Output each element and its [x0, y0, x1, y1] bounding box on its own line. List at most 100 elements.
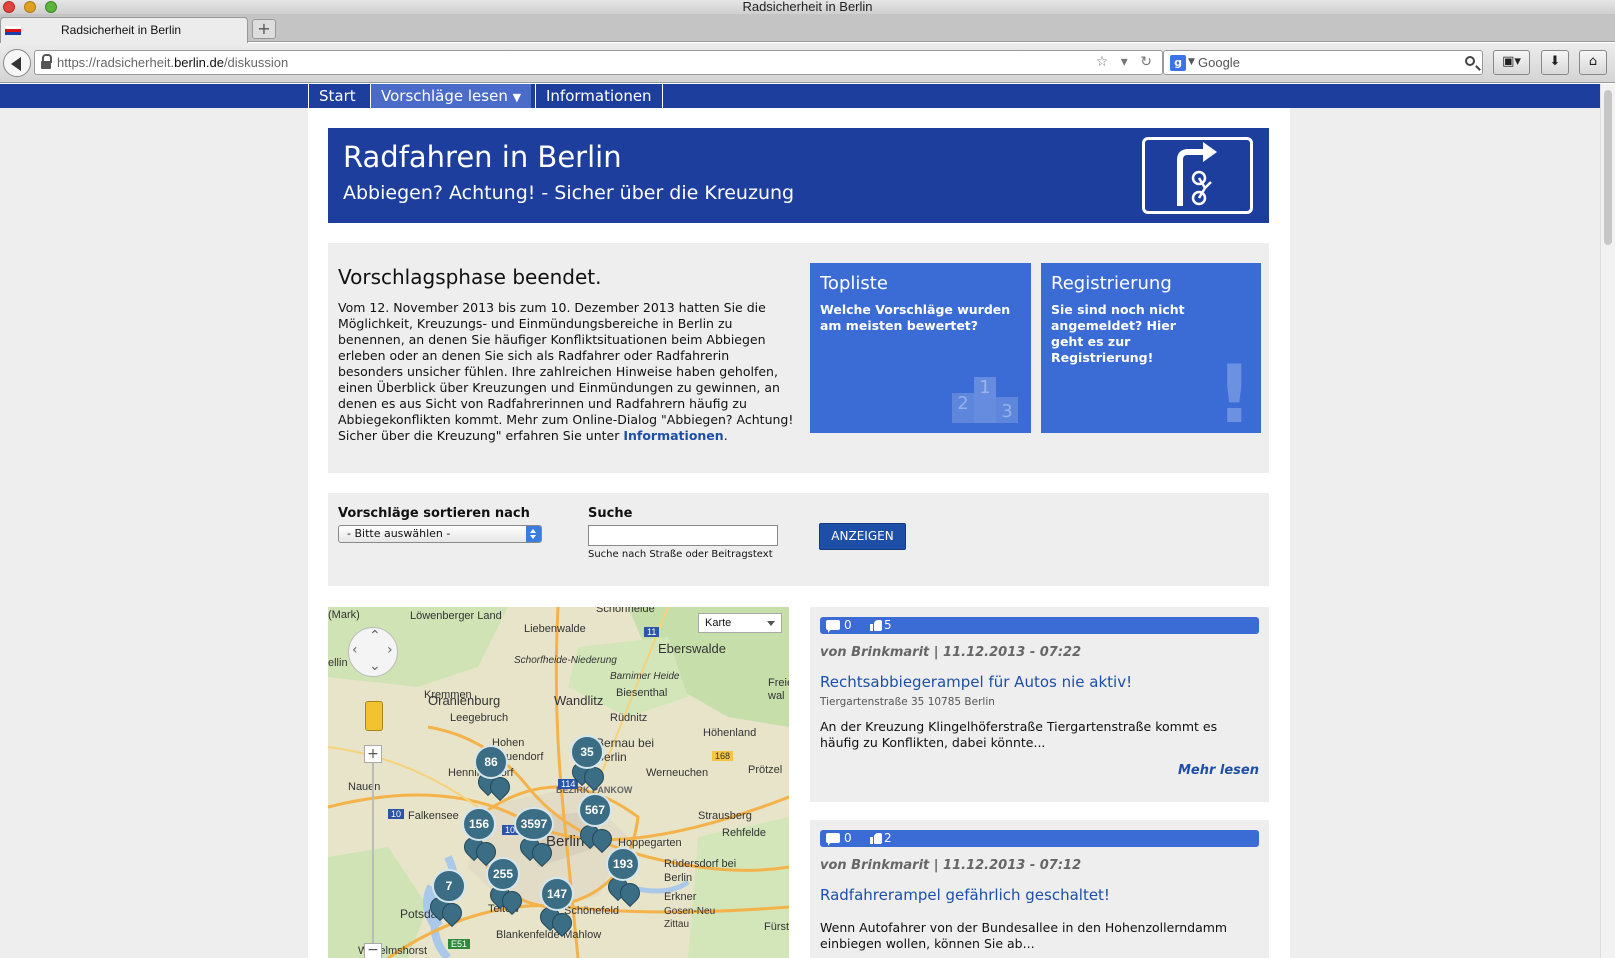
thumbs-up-icon[interactable]: [870, 833, 882, 844]
page-background-right: [1290, 108, 1600, 958]
marker-cluster[interactable]: 86: [474, 745, 508, 779]
map-label: ellin: [328, 657, 348, 669]
topliste-tile[interactable]: Topliste Welche Vorschläge wurden am mei…: [810, 263, 1031, 433]
map-label: Rüdnitz: [610, 712, 648, 724]
comment-count: 0: [844, 831, 852, 845]
zoom-slider[interactable]: [372, 763, 374, 943]
podium-icon: 2 1 3: [952, 373, 1018, 423]
anzeigen-button[interactable]: ANZEIGEN: [819, 523, 906, 550]
map-label: Gosen-Neu Zittau: [664, 906, 716, 930]
home-button[interactable]: ⌂: [1579, 50, 1607, 75]
scrollbar-thumb[interactable]: [1604, 90, 1612, 245]
new-tab-button[interactable]: +: [252, 19, 276, 39]
bookmark-star-icon[interactable]: ☆ ▾ ↻: [1096, 54, 1156, 70]
tab-title: Radsicherheit in Berlin: [61, 23, 182, 37]
map-type-select[interactable]: Karte: [698, 613, 782, 633]
pan-right-icon: ›: [387, 642, 393, 658]
sort-select[interactable]: - Bitte auswählen -: [338, 525, 542, 543]
map-label: Eberswalde: [658, 641, 726, 656]
marker-cluster[interactable]: 3597: [514, 807, 554, 841]
search-hint: Suche nach Straße oder Beitragstext: [588, 549, 773, 560]
map-label: Oranienburg: [428, 693, 501, 708]
comment-icon: [826, 833, 840, 846]
marker-cluster[interactable]: 147: [540, 877, 574, 911]
page-background-left: [0, 108, 308, 958]
back-button[interactable]: [3, 49, 31, 77]
comment-icon: [826, 620, 840, 633]
browser-tab[interactable]: Radsicherheit in Berlin: [0, 17, 248, 43]
marker-cluster[interactable]: 35: [570, 735, 604, 769]
banner-title: Radfahren in Berlin: [343, 140, 622, 174]
google-icon[interactable]: g: [1170, 55, 1186, 71]
search-engine-placeholder: Google: [1198, 55, 1240, 70]
chevron-down-icon[interactable]: ▼: [1188, 57, 1195, 67]
exclamation-icon: !: [1216, 348, 1253, 433]
map-label: Erkner: [664, 891, 697, 903]
map-label: Wandlitz: [554, 693, 604, 708]
pan-control[interactable]: ⌃ ⌄ ‹ ›: [348, 627, 398, 677]
post-stats-bar: 0 2: [820, 830, 1259, 847]
map-label: Barnimer Heide: [610, 671, 680, 682]
post-address: Tiergartenstraße 35 10785 Berlin: [820, 696, 995, 708]
browser-toolbar: https://radsicherheit.berlin.de/diskussi…: [0, 43, 1615, 83]
nav-start[interactable]: Start: [308, 84, 366, 108]
proposal-card: 0 2 von Brinkmarit | 11.12.2013 - 07:12 …: [810, 820, 1269, 958]
pan-down-icon: ⌄: [369, 658, 381, 674]
banner-subtitle: Abbiegen? Achtung! - Sicher über die Kre…: [343, 182, 795, 204]
post-meta: von Brinkmarit | 11.12.2013 - 07:12: [820, 858, 1082, 873]
web-search-box[interactable]: g ▼ Google: [1163, 50, 1483, 75]
marker-cluster[interactable]: 7: [432, 869, 466, 903]
search-input[interactable]: [588, 525, 778, 546]
dropdown-arrow-icon: ▼: [512, 91, 522, 104]
site-banner: Radfahren in Berlin Abbiegen? Achtung! -…: [328, 128, 1269, 223]
screenshot-button[interactable]: ▣▾: [1493, 50, 1530, 75]
mehr-lesen-link[interactable]: Mehr lesen: [1178, 763, 1259, 778]
like-count: 5: [884, 618, 892, 632]
search-icon[interactable]: [1465, 56, 1475, 66]
post-title-link[interactable]: Rechtsabbiegerampel für Autos nie aktiv!: [820, 673, 1132, 691]
map-label: Rehfelde: [722, 827, 767, 839]
post-excerpt: Wenn Autofahrer von der Bundesallee in d…: [820, 920, 1228, 951]
thumbs-up-icon[interactable]: [870, 620, 882, 631]
zoom-in-button[interactable]: +: [364, 745, 382, 763]
registrierung-text: Sie sind noch nicht angemeldet? Hier geh…: [1051, 302, 1185, 365]
post-title-link[interactable]: Radfahrerampel gefährlich geschaltet!: [820, 886, 1110, 904]
post-excerpt: An der Kreuzung Klingelhöferstraße Tierg…: [820, 719, 1218, 750]
map-label: Schorfheide: [596, 607, 655, 615]
turn-cyclist-sign-icon: [1142, 137, 1253, 214]
page-scrollbar[interactable]: [1600, 84, 1615, 958]
marker-cluster[interactable]: 567: [578, 793, 612, 827]
intro-heading: Vorschlagsphase beendet.: [338, 265, 602, 289]
sort-label: Vorschläge sortieren nach: [338, 506, 530, 521]
road-number: 11: [644, 627, 660, 637]
zoom-out-button[interactable]: −: [364, 943, 382, 958]
nav-vorschlaege-lesen[interactable]: Vorschläge lesen ▼: [370, 84, 532, 108]
url-text: https://radsicherheit.berlin.de/diskussi…: [57, 55, 289, 70]
map-label: Leegebruch: [450, 712, 509, 724]
select-arrows-icon: [526, 526, 541, 542]
map-label: Prötzel: [748, 764, 783, 776]
post-meta: von Brinkmarit | 11.12.2013 - 07:22: [820, 645, 1082, 660]
map-label: Rüdersdorf bei Berlin: [664, 858, 737, 884]
address-bar[interactable]: https://radsicherheit.berlin.de/diskussi…: [34, 50, 1163, 75]
comment-count: 0: [844, 618, 852, 632]
informationen-link[interactable]: Informationen: [623, 428, 723, 443]
nav-informationen[interactable]: Informationen: [535, 84, 663, 108]
topliste-text: Welche Vorschläge wurden am meisten bewe…: [820, 302, 1011, 333]
marker-cluster[interactable]: 193: [606, 847, 640, 881]
proposal-card: 0 5 von Brinkmarit | 11.12.2013 - 07:22 …: [810, 607, 1269, 802]
map-label: Blankenfelde-Mahlow: [496, 929, 602, 941]
download-button[interactable]: ⬇: [1541, 50, 1569, 75]
map-label: Nauen: [348, 781, 381, 793]
lock-icon: [41, 54, 52, 69]
proposal-map[interactable]: Schorfheide Löwenberger Land Liebenwalde…: [328, 607, 789, 958]
marker-cluster[interactable]: 255: [486, 857, 520, 891]
topliste-title: Topliste: [820, 273, 888, 294]
street-view-pegman-icon[interactable]: [365, 701, 383, 731]
tab-strip: Radsicherheit in Berlin +: [0, 14, 1615, 43]
map-label: Schorfheide-Niederung: [514, 655, 617, 666]
road-number: 168: [712, 751, 734, 761]
registrierung-tile[interactable]: Registrierung Sie sind noch nicht angeme…: [1041, 263, 1261, 433]
road-number: 114: [558, 779, 579, 789]
marker-cluster[interactable]: 156: [462, 807, 496, 841]
